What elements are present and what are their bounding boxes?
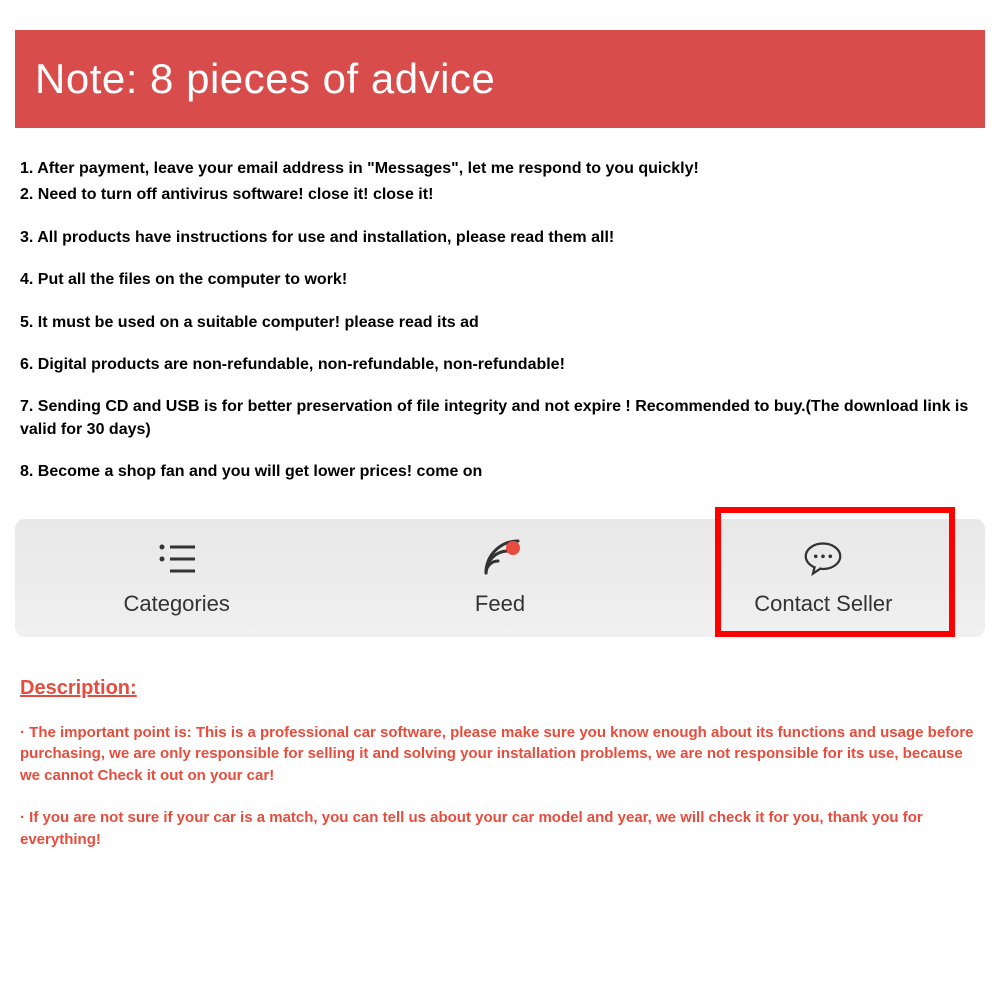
feed-icon: [480, 539, 520, 579]
advice-item-4: 4. Put all the files on the computer to …: [20, 269, 980, 291]
list-icon: [157, 539, 197, 579]
header-banner: Note: 8 pieces of advice: [15, 30, 985, 128]
page-title: Note: 8 pieces of advice: [35, 55, 965, 103]
advice-item-2: 2. Need to turn off antivirus software! …: [20, 184, 980, 206]
description-title: Description:: [20, 677, 980, 700]
advice-item-6: 6. Digital products are non-refundable, …: [20, 354, 980, 376]
advice-item-5: 5. It must be used on a suitable compute…: [20, 312, 980, 334]
nav-categories[interactable]: Categories: [15, 539, 338, 617]
nav-feed[interactable]: Feed: [338, 539, 661, 617]
nav-bar: Categories Feed: [15, 519, 985, 637]
document-container: Note: 8 pieces of advice 1. After paymen…: [0, 0, 1000, 850]
highlight-box: [715, 507, 955, 637]
nav-feed-label: Feed: [475, 591, 525, 617]
advice-item-3: 3. All products have instructions for us…: [20, 227, 980, 249]
advice-item-1: 1. After payment, leave your email addre…: [20, 158, 980, 180]
advice-list: 1. After payment, leave your email addre…: [15, 158, 985, 484]
nav-categories-label: Categories: [123, 591, 229, 617]
advice-item-8: 8. Become a shop fan and you will get lo…: [20, 461, 980, 483]
description-section: Description: · The important point is: T…: [15, 677, 985, 851]
advice-item-7: 7. Sending CD and USB is for better pres…: [20, 396, 980, 441]
notification-dot-icon: [506, 541, 520, 555]
description-para-1: · The important point is: This is a prof…: [20, 722, 980, 787]
description-para-2: · If you are not sure if your car is a m…: [20, 807, 980, 851]
